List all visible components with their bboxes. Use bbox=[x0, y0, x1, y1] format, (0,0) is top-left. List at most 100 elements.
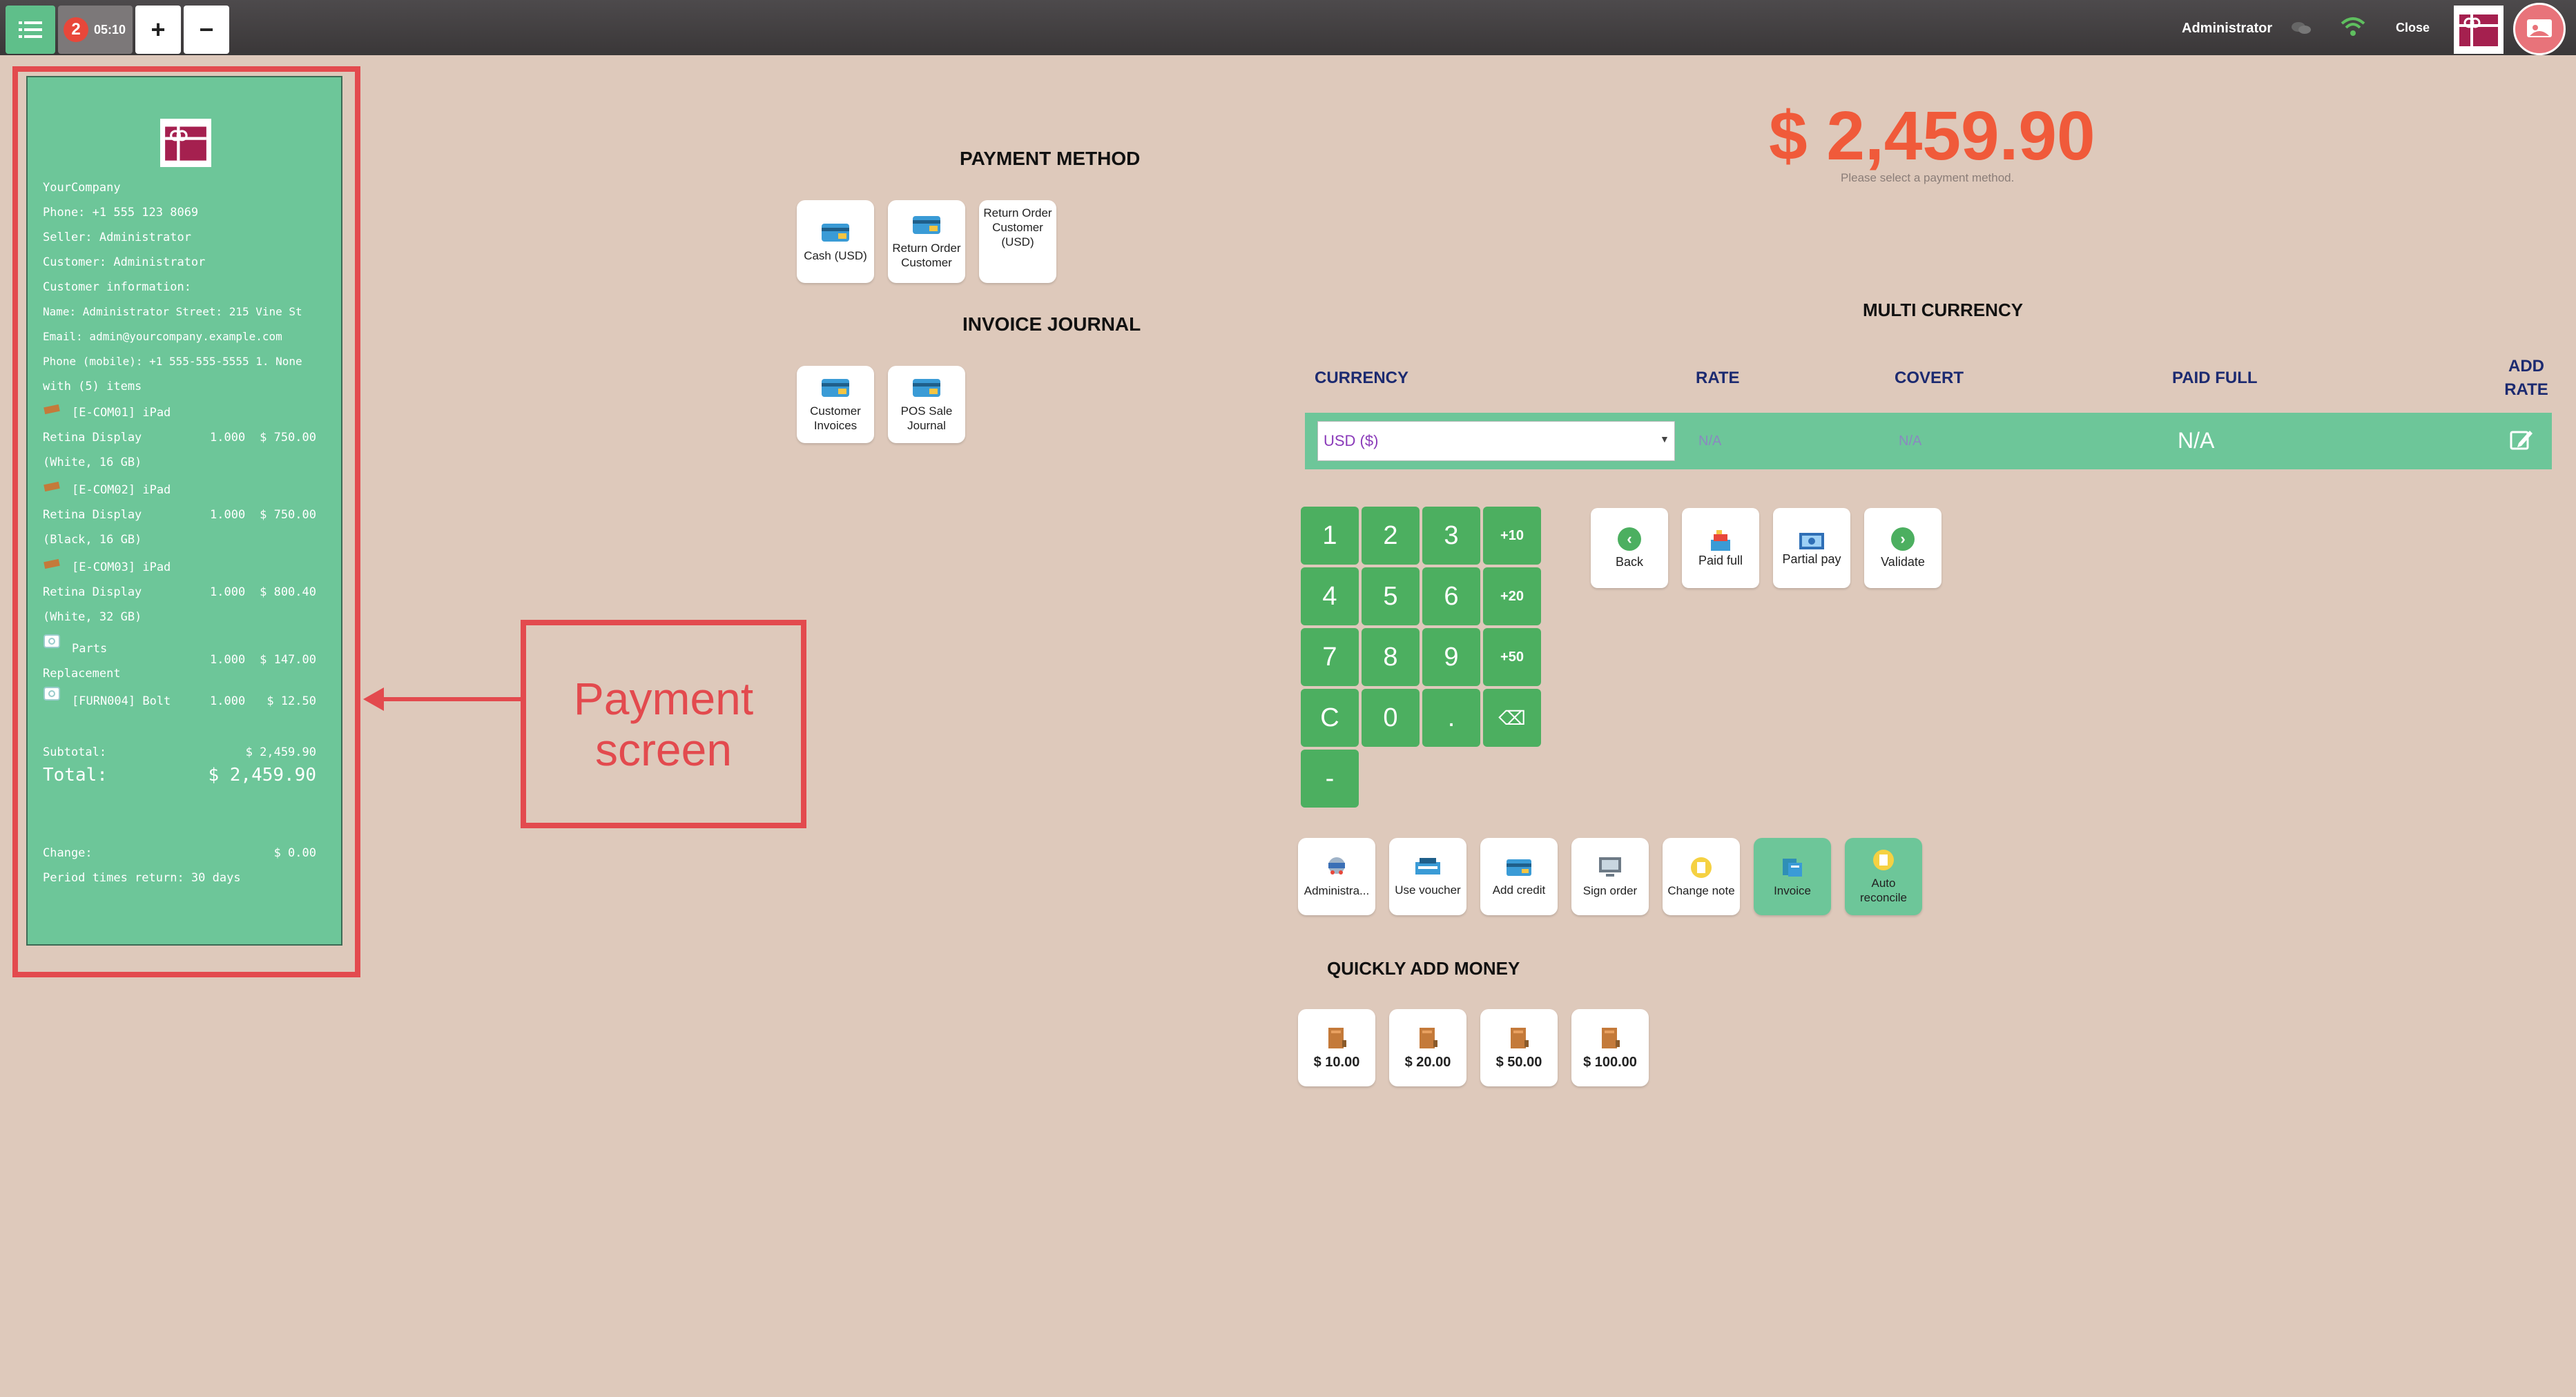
payment-method-cash-usd[interactable]: Cash (USD) bbox=[797, 200, 874, 283]
wifi-icon bbox=[2341, 17, 2365, 37]
numpad-key-8[interactable]: 8 bbox=[1362, 628, 1420, 686]
numpad-key-1[interactable]: 1 bbox=[1301, 507, 1359, 565]
numpad-key-plus10[interactable]: +10 bbox=[1483, 507, 1541, 565]
chevron-right-icon: › bbox=[1891, 527, 1915, 551]
avatar[interactable] bbox=[2513, 3, 2566, 55]
order-time: 05:10 bbox=[94, 22, 126, 37]
numpad-key-3[interactable]: 3 bbox=[1422, 507, 1480, 565]
gift-card-logo-icon bbox=[2454, 6, 2504, 54]
chevron-left-icon: ‹ bbox=[1618, 527, 1641, 551]
numpad-key-6[interactable]: 6 bbox=[1422, 567, 1480, 625]
money-icon bbox=[1799, 532, 1824, 549]
validate-button[interactable]: › Validate bbox=[1864, 508, 1941, 588]
receipt-line-price: $ 147.00 bbox=[260, 653, 316, 667]
change-note-label: Change note bbox=[1667, 883, 1735, 897]
invoice-label: Invoice bbox=[1774, 883, 1811, 897]
customer-icon bbox=[1328, 857, 1345, 875]
receipt-line-name: [E-COM01] iPad bbox=[72, 406, 171, 420]
receipt-seller: Seller: Administrator bbox=[43, 231, 191, 244]
add-credit-label: Add credit bbox=[1492, 883, 1546, 897]
numpad-key-0[interactable]: 0 bbox=[1362, 689, 1420, 747]
numpad-key-4[interactable]: 4 bbox=[1301, 567, 1359, 625]
quick-money-50[interactable]: $ 50.00 bbox=[1480, 1009, 1558, 1086]
receipt-name-street: Name: Administrator Street: 215 Vine St bbox=[43, 305, 302, 318]
paid-full-button[interactable]: Paid full bbox=[1682, 508, 1759, 588]
payment-card-icon bbox=[913, 216, 940, 234]
currency-select[interactable]: USD ($) bbox=[1317, 421, 1675, 461]
numpad-key-decimal[interactable]: . bbox=[1422, 689, 1480, 747]
numpad-key-2[interactable]: 2 bbox=[1362, 507, 1420, 565]
menu-list-icon[interactable] bbox=[6, 6, 55, 54]
numpad-key-plus50[interactable]: +50 bbox=[1483, 628, 1541, 686]
receipt-customer: Customer: Administrator bbox=[43, 255, 206, 269]
receipt-company: YourCompany bbox=[43, 181, 121, 195]
sign-order-label: Sign order bbox=[1582, 883, 1638, 897]
receipt-line-qty: 1.000 bbox=[210, 585, 246, 599]
receipt-subtotal-label: Subtotal: bbox=[43, 745, 107, 759]
change-note-button[interactable]: Change note bbox=[1663, 838, 1740, 915]
receipt-items-count: with (5) items bbox=[43, 380, 142, 393]
quick-money-10[interactable]: $ 10.00 bbox=[1298, 1009, 1375, 1086]
wallet-icon bbox=[1328, 1027, 1346, 1048]
receipt-change-value: $ 0.00 bbox=[273, 846, 316, 860]
payment-method-label: Cash (USD) bbox=[804, 248, 867, 262]
numpad-key-7[interactable]: 7 bbox=[1301, 628, 1359, 686]
auto-reconcile-button[interactable]: Auto reconcile bbox=[1845, 838, 1922, 915]
numpad-key-5[interactable]: 5 bbox=[1362, 567, 1420, 625]
user-name[interactable]: Administrator bbox=[2182, 21, 2272, 37]
currency-covert-value: N/A bbox=[1899, 433, 1922, 449]
payment-method-return-order[interactable]: Return Order Customer bbox=[888, 200, 965, 283]
journal-label: Customer Invoices bbox=[810, 404, 861, 432]
wallet-icon bbox=[1420, 1027, 1437, 1048]
receipt-line-qty: 1.000 bbox=[210, 694, 246, 708]
payment-method-return-order-usd[interactable]: Return Order Customer (USD) bbox=[979, 200, 1056, 283]
sign-order-button[interactable]: Sign order bbox=[1571, 838, 1649, 915]
product-placeholder-icon bbox=[43, 634, 60, 648]
invoice-journal-heading: INVOICE JOURNAL bbox=[962, 313, 1141, 335]
note-icon bbox=[1873, 850, 1894, 870]
close-button[interactable]: Close bbox=[2396, 21, 2430, 35]
numpad-key-backspace[interactable]: ⌫ bbox=[1483, 689, 1541, 747]
journal-customer-invoices[interactable]: Customer Invoices bbox=[797, 366, 874, 443]
partial-pay-button[interactable]: Partial pay bbox=[1773, 508, 1850, 588]
wallet-icon bbox=[1511, 1027, 1529, 1048]
quick-money-label: $ 10.00 bbox=[1313, 1054, 1360, 1070]
receipt-line-name: Replacement bbox=[43, 667, 121, 681]
quick-money-100[interactable]: $ 100.00 bbox=[1571, 1009, 1649, 1086]
add-credit-button[interactable]: Add credit bbox=[1480, 838, 1558, 915]
multi-currency-heading: MULTI CURRENCY bbox=[1863, 300, 2024, 320]
invoice-button[interactable]: Invoice bbox=[1754, 838, 1831, 915]
wallet-icon bbox=[1602, 1027, 1620, 1048]
receipt-phone-mobile: Phone (mobile): +1 555-555-5555 1. None bbox=[43, 355, 302, 368]
order-tab[interactable]: 2 05:10 bbox=[58, 6, 133, 54]
receipt-line-name: Retina Display bbox=[43, 431, 142, 444]
payment-hint: Please select a payment method. bbox=[1841, 171, 2015, 184]
remove-order-button[interactable]: − bbox=[184, 6, 229, 54]
callout-arrow bbox=[363, 687, 526, 711]
voucher-icon bbox=[1415, 857, 1440, 875]
numpad-key-clear[interactable]: C bbox=[1301, 689, 1359, 747]
edit-icon[interactable] bbox=[2509, 428, 2534, 451]
receipt-change-label: Change: bbox=[43, 846, 93, 860]
product-ipad-icon bbox=[43, 481, 60, 492]
journal-card-icon bbox=[913, 379, 940, 397]
customer-button[interactable]: Administra... bbox=[1298, 838, 1375, 915]
receipt-line-qty: 1.000 bbox=[210, 653, 246, 667]
numpad-key-minus[interactable]: - bbox=[1301, 750, 1359, 808]
chat-icon[interactable] bbox=[2291, 21, 2312, 36]
back-button[interactable]: ‹ Back bbox=[1591, 508, 1668, 588]
add-order-button[interactable]: + bbox=[135, 6, 181, 54]
credit-card-icon bbox=[1507, 859, 1531, 876]
product-ipad-icon bbox=[43, 404, 60, 415]
quick-money-20[interactable]: $ 20.00 bbox=[1389, 1009, 1466, 1086]
receipt-line-qty: 1.000 bbox=[210, 431, 246, 444]
receipt-line-qty: 1.000 bbox=[210, 508, 246, 522]
column-header-currency: CURRENCY bbox=[1315, 369, 1409, 387]
journal-label: POS Sale Journal bbox=[900, 404, 953, 432]
journal-pos-sale[interactable]: POS Sale Journal bbox=[888, 366, 965, 443]
payment-total: $ 2,459.90 bbox=[1769, 97, 2095, 175]
numpad-key-plus20[interactable]: +20 bbox=[1483, 567, 1541, 625]
receipt-line-name: [E-COM02] iPad bbox=[72, 483, 171, 497]
numpad-key-9[interactable]: 9 bbox=[1422, 628, 1480, 686]
use-voucher-button[interactable]: Use voucher bbox=[1389, 838, 1466, 915]
